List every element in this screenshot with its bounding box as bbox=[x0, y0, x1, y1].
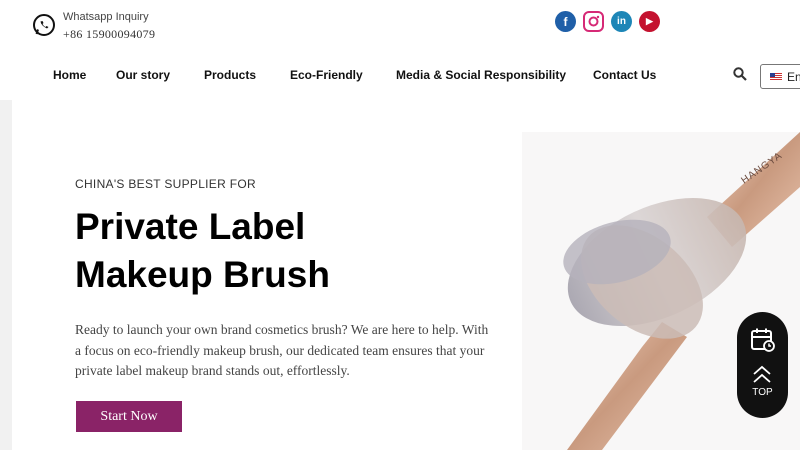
nav-media-social-responsibility[interactable]: Media & Social Responsibility bbox=[396, 68, 566, 82]
main-nav: Home Our story Products Eco-Friendly Med… bbox=[0, 52, 800, 98]
chevron-up-icon[interactable] bbox=[751, 364, 773, 386]
start-now-button[interactable]: Start Now bbox=[76, 401, 182, 432]
language-selector[interactable]: En bbox=[760, 64, 800, 89]
back-to-top-label[interactable]: TOP bbox=[737, 387, 788, 398]
us-flag-icon bbox=[770, 73, 782, 81]
floating-action-panel: TOP bbox=[737, 312, 788, 418]
hero-description: Ready to launch your own brand cosmetics… bbox=[75, 322, 489, 378]
hero-eyebrow: CHINA'S BEST SUPPLIER FOR bbox=[75, 177, 256, 191]
nav-products[interactable]: Products bbox=[204, 68, 256, 82]
hero-headline: Private Label Makeup Brush bbox=[75, 203, 330, 299]
nav-contact-us[interactable]: Contact Us bbox=[593, 68, 656, 82]
nav-eco-friendly[interactable]: Eco-Friendly bbox=[290, 68, 363, 82]
instagram-icon[interactable] bbox=[583, 11, 604, 32]
search-icon[interactable] bbox=[733, 67, 747, 81]
top-bar: Whatsapp Inquiry +86 15900094079 f in ▶ bbox=[0, 0, 800, 52]
calendar-icon[interactable] bbox=[750, 327, 776, 353]
language-label: En bbox=[787, 70, 800, 84]
whatsapp-inquiry-label: Whatsapp Inquiry bbox=[63, 11, 149, 23]
headline-line-2: Makeup Brush bbox=[75, 254, 330, 295]
linkedin-icon[interactable]: in bbox=[611, 11, 632, 32]
facebook-icon[interactable]: f bbox=[555, 11, 576, 32]
headline-line-1: Private Label bbox=[75, 206, 306, 247]
nav-home[interactable]: Home bbox=[53, 68, 86, 82]
left-edge-strip bbox=[0, 100, 12, 450]
nav-our-story[interactable]: Our story bbox=[116, 68, 170, 82]
whatsapp-icon[interactable] bbox=[32, 13, 56, 37]
youtube-icon[interactable]: ▶ bbox=[639, 11, 660, 32]
phone-number[interactable]: +86 15900094079 bbox=[63, 27, 155, 42]
